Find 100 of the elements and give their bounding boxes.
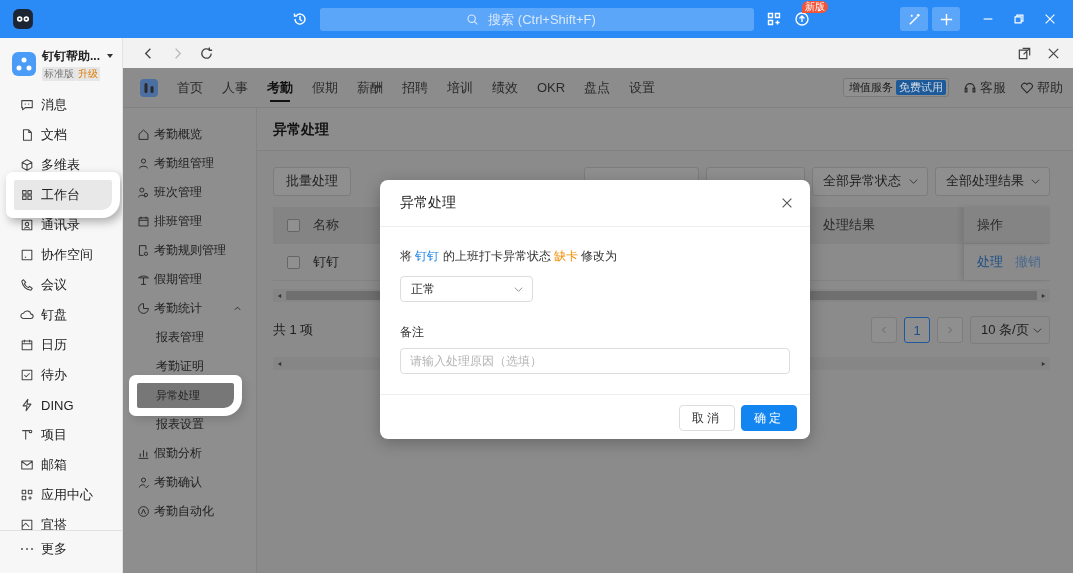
caret-icon[interactable]: [106, 52, 114, 60]
total-count: 共 1 项: [273, 321, 314, 339]
menu-label: 排班管理: [154, 213, 203, 230]
nav-tab[interactable]: 假期: [312, 67, 338, 108]
sidebar-item[interactable]: 宜搭: [14, 510, 112, 530]
lightning-icon: [20, 398, 34, 412]
menu-item[interactable]: 排班管理: [137, 209, 248, 234]
nav-tab[interactable]: 盘点: [584, 67, 611, 108]
menu-label: 考勤确认: [154, 474, 203, 491]
sidebar-item[interactable]: 协作空间: [14, 240, 112, 270]
checkbox-icon: [20, 368, 34, 382]
refresh-icon[interactable]: [199, 45, 214, 61]
menu-item[interactable]: 考勤组管理: [137, 151, 248, 176]
batch-process-button[interactable]: 批量处理: [273, 166, 351, 196]
sidebar-item[interactable]: 通讯录: [14, 210, 112, 240]
sidebar-item[interactable]: 邮箱: [14, 450, 112, 480]
nav-tab[interactable]: OKR: [537, 67, 566, 108]
upgrade-icon[interactable]: [794, 11, 810, 27]
value-added-badge[interactable]: 增值服务 免费试用: [843, 78, 949, 97]
nav-tab[interactable]: 设置: [629, 67, 656, 108]
menu-item[interactable]: 考勤概览: [137, 122, 248, 147]
menu-item[interactable]: 假勤分析: [137, 441, 248, 466]
document-icon: [20, 128, 34, 142]
customer-service-link[interactable]: 客服: [963, 78, 1006, 97]
sidebar-item[interactable]: 会议: [14, 270, 112, 300]
add-button[interactable]: [932, 7, 960, 31]
menu-item[interactable]: 考勤统计: [137, 296, 248, 321]
magic-wand-button[interactable]: [900, 7, 928, 31]
submenu-item[interactable]: 报表管理: [137, 325, 234, 350]
restore-icon[interactable]: [1012, 12, 1026, 26]
checkbox[interactable]: [287, 218, 300, 232]
scroll-right-icon[interactable]: [1041, 292, 1046, 299]
organization-icon[interactable]: [12, 52, 36, 76]
sidebar-item[interactable]: DING: [14, 390, 112, 420]
column-header: 操作: [963, 207, 1050, 243]
more-item[interactable]: 更多: [0, 530, 122, 567]
filter-field[interactable]: 全部处理结果: [935, 166, 1050, 196]
scroll-left-icon[interactable]: [277, 360, 282, 367]
contact-card-icon: [20, 218, 34, 232]
column-header: 处理结果: [823, 216, 876, 234]
menu-item[interactable]: 假期管理: [137, 267, 248, 292]
menu-label: 考勤自动化: [154, 503, 215, 520]
sidebar-item[interactable]: 待办: [14, 360, 112, 390]
column-header: 名称: [313, 216, 339, 234]
nav-tab[interactable]: 薪酬: [357, 67, 383, 108]
person-icon: [137, 157, 150, 170]
sidebar-item[interactable]: 钉盘: [14, 300, 112, 330]
nav-tab[interactable]: 招聘: [402, 67, 428, 108]
sidebar-item[interactable]: 项目: [14, 420, 112, 450]
history-icon[interactable]: [292, 11, 308, 27]
apps-icon[interactable]: [766, 11, 782, 27]
search-field[interactable]: 搜索 (Ctrl+Shift+F): [320, 7, 754, 31]
mail-icon: [20, 458, 34, 472]
image-frame-icon: [20, 518, 34, 530]
nav-tab[interactable]: 首页: [177, 67, 203, 108]
sidebar-item[interactable]: 应用中心: [14, 480, 112, 510]
submenu-item[interactable]: 考勤证明: [137, 354, 234, 379]
table-cell: 钉钉: [313, 253, 339, 271]
help-link[interactable]: 帮助: [1020, 78, 1063, 97]
nav-tab[interactable]: 培训: [447, 67, 473, 108]
menu-label: 考勤组管理: [154, 155, 215, 172]
cloud-icon: [20, 308, 34, 322]
chat-bubble-icon: [20, 98, 34, 112]
confirm-button[interactable]: 确定: [741, 405, 797, 431]
sidebar-item[interactable]: 多维表: [14, 150, 112, 180]
submenu-item[interactable]: 报表设置: [137, 412, 234, 437]
cancel-button[interactable]: 取消: [679, 405, 735, 431]
cube-icon: [20, 158, 34, 172]
page-size-select[interactable]: 10 条/页: [970, 316, 1050, 344]
nav-tab[interactable]: 人事: [222, 67, 248, 108]
heart-icon: [1020, 80, 1034, 95]
menu-item[interactable]: 考勤自动化: [137, 499, 248, 524]
remark-label: 备注: [400, 324, 425, 340]
status-select[interactable]: 正常: [400, 276, 533, 302]
nav-tab[interactable]: 考勤: [267, 67, 293, 108]
page-button[interactable]: 1: [904, 317, 930, 343]
scroll-left-icon[interactable]: [277, 292, 282, 299]
sidebar-item[interactable]: 日历: [14, 330, 112, 360]
app-logo-icon[interactable]: [140, 78, 158, 97]
bar-chart-icon: [137, 447, 150, 460]
scroll-right-icon[interactable]: [1041, 360, 1046, 367]
filter-field[interactable]: 全部异常状态: [812, 166, 928, 196]
sidebar-item[interactable]: 文档: [14, 120, 112, 150]
free-trial-tag[interactable]: 免费试用: [896, 80, 946, 95]
close-icon[interactable]: [780, 196, 794, 210]
menu-item[interactable]: 考勤规则管理: [137, 238, 248, 263]
checkbox[interactable]: [287, 255, 300, 269]
menu-item[interactable]: 考勤确认: [137, 470, 248, 495]
sidebar-item[interactable]: 消息: [14, 90, 112, 120]
nav-tab[interactable]: 绩效: [492, 67, 518, 108]
search-icon: [466, 12, 479, 26]
robot-avatar-icon[interactable]: [12, 8, 34, 30]
open-window-icon[interactable]: [1017, 45, 1032, 61]
new-version-badge: 新版: [802, 1, 828, 13]
menu-item[interactable]: 班次管理: [137, 180, 248, 205]
menu-label: 假期管理: [154, 271, 203, 288]
menu-label: 考勤统计: [154, 300, 203, 317]
remark-field[interactable]: 请输入处理原因（选填）: [400, 348, 790, 374]
apps-icon: [20, 488, 34, 502]
organization-name[interactable]: 钉钉帮助...: [42, 47, 100, 65]
